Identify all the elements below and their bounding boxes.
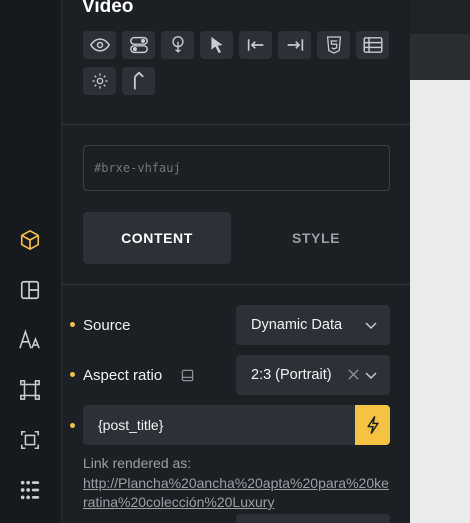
tab-content[interactable]: CONTENT — [83, 212, 231, 264]
toggle-icon[interactable] — [122, 31, 155, 59]
rendered-link-info: Link rendered as: http://Plancha%20ancha… — [83, 454, 393, 513]
icon-rail — [0, 0, 62, 523]
arrow-up-icon[interactable] — [122, 67, 155, 95]
eye-icon[interactable] — [83, 31, 116, 59]
frame-icon[interactable] — [17, 377, 43, 403]
element-title: Video — [82, 0, 134, 17]
bolt-icon — [366, 416, 379, 434]
modified-indicator — [70, 322, 75, 327]
aspect-ratio-label: Aspect ratio — [83, 367, 163, 384]
source-label: Source — [83, 317, 131, 334]
dynamic-data-button[interactable] — [355, 405, 390, 445]
source-select[interactable]: Dynamic Data — [236, 305, 390, 345]
rendered-link[interactable]: http://Plancha%20ancha%20apta%20para%20k… — [83, 474, 393, 513]
crop-icon[interactable] — [17, 427, 43, 453]
modified-indicator — [70, 372, 75, 377]
element-panel: Video CONTENT STYLE Source Dynamic Data — [62, 0, 410, 523]
next-control[interactable] — [236, 514, 390, 523]
canvas-strip — [410, 34, 470, 80]
layout-icon[interactable] — [17, 277, 43, 303]
clear-icon[interactable] — [347, 368, 360, 381]
modified-indicator — [70, 423, 75, 428]
source-value: Dynamic Data — [251, 317, 343, 333]
divider — [62, 284, 410, 285]
grid-icon[interactable] — [17, 477, 43, 503]
tab-style[interactable]: STYLE — [242, 212, 390, 264]
aspect-ratio-select[interactable]: 2:3 (Portrait) — [236, 355, 390, 395]
cube-icon[interactable] — [17, 227, 43, 253]
list-icon[interactable] — [356, 31, 389, 59]
align-left-icon[interactable] — [239, 31, 272, 59]
rendered-prefix: Link rendered as: — [83, 455, 192, 471]
typography-icon[interactable] — [17, 327, 43, 353]
align-right-icon[interactable] — [278, 31, 311, 59]
dynamic-data-value: {post_title} — [98, 417, 164, 433]
element-id-field[interactable] — [83, 145, 390, 191]
breakpoint-icon[interactable] — [181, 369, 194, 382]
aspect-ratio-value: 2:3 (Portrait) — [251, 367, 332, 383]
canvas-preview — [410, 0, 470, 523]
dynamic-data-input[interactable]: {post_title} — [83, 405, 355, 445]
html5-icon[interactable] — [317, 31, 350, 59]
gear-icon[interactable] — [83, 67, 116, 95]
cursor-icon[interactable] — [200, 31, 233, 59]
divider — [62, 124, 410, 125]
chevron-down-icon — [365, 372, 377, 380]
chevron-down-icon — [365, 322, 377, 330]
touch-icon[interactable] — [161, 31, 194, 59]
